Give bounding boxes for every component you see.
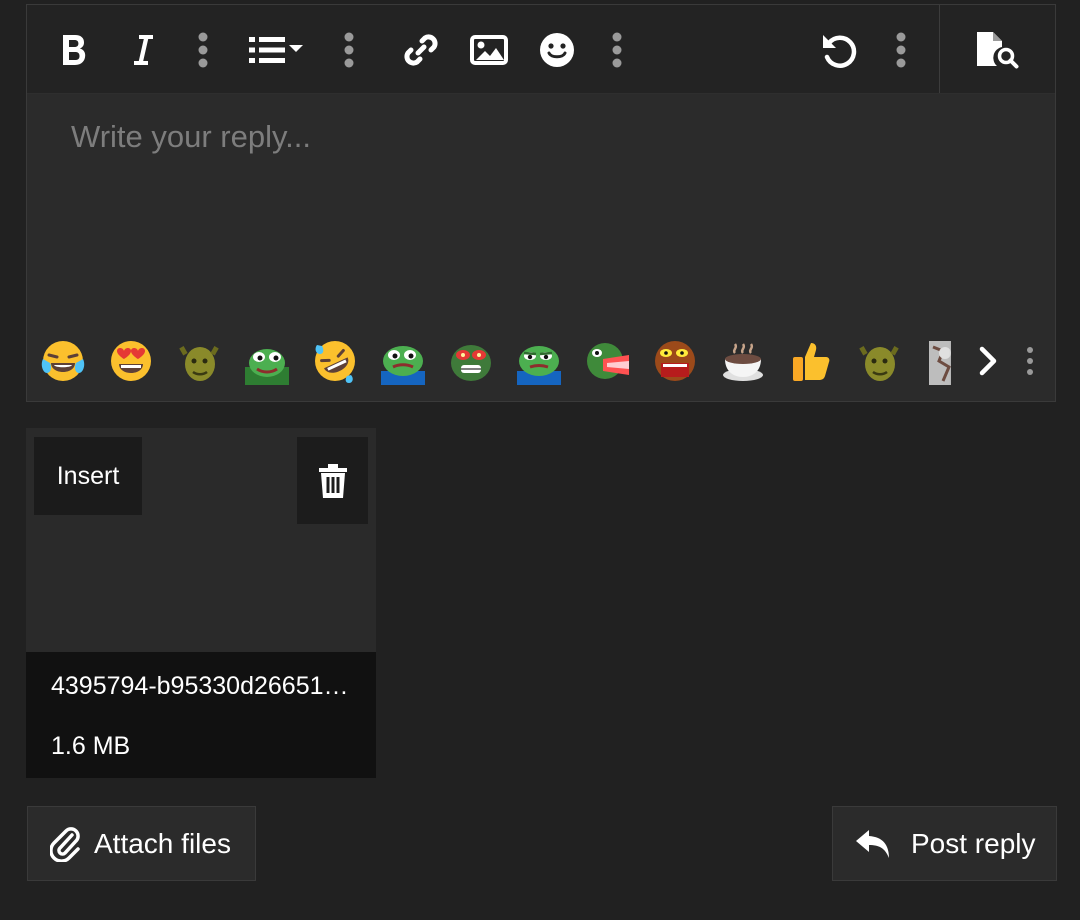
smilies-button[interactable] [537, 29, 577, 71]
list-icon [249, 37, 303, 63]
more-text-button[interactable] [193, 29, 213, 71]
bold-button[interactable] [57, 29, 93, 71]
more-insert-button[interactable] [607, 29, 627, 71]
pepe-sad-emoji[interactable] [379, 337, 427, 385]
pepe-rage-emoji[interactable] [651, 337, 699, 385]
reply-input-placeholder[interactable]: Write your reply... [71, 119, 311, 155]
chevron-right-icon [979, 346, 997, 376]
attach-files-button[interactable]: Attach files [27, 806, 256, 881]
attachment-card: Insert 4395794-b95330d26651… 1.6 MB [26, 428, 376, 778]
emoji-next-button[interactable] [973, 337, 1003, 385]
pepe-smile-emoji[interactable] [243, 337, 291, 385]
pepe-screaming-emoji[interactable] [583, 337, 631, 385]
insert-attachment-button[interactable]: Insert [34, 437, 142, 515]
more-vertical-icon [344, 32, 354, 68]
thumbs-up-emoji[interactable] [787, 337, 835, 385]
shrek-emoji[interactable] [855, 337, 903, 385]
toolbar-divider [939, 5, 940, 93]
emoji-more-button[interactable] [1023, 337, 1037, 385]
attachment-file-name: 4395794-b95330d26651… [51, 672, 349, 700]
post-reply-label: Post reply [911, 827, 1036, 859]
attachment-file-info: 4395794-b95330d26651… 1.6 MB [26, 652, 376, 778]
preview-button[interactable] [971, 29, 1021, 71]
attach-files-label: Attach files [94, 827, 231, 859]
pepe-angry-red-eyes-emoji[interactable] [447, 337, 495, 385]
rofl-emoji[interactable] [311, 337, 359, 385]
more-vertical-icon [198, 32, 208, 68]
post-reply-button[interactable]: Post reply [832, 806, 1057, 881]
emoji-bar [27, 323, 1055, 401]
shrek-emoji[interactable] [175, 337, 223, 385]
editor-toolbar [27, 5, 1055, 94]
more-vertical-icon [896, 32, 906, 68]
image-icon [470, 35, 508, 65]
trash-icon [318, 463, 347, 498]
link-button[interactable] [401, 29, 441, 71]
italic-button[interactable] [127, 29, 159, 71]
attachment-file-size: 1.6 MB [51, 732, 131, 760]
undo-icon [823, 35, 857, 68]
pepe-feelsbadman-emoji[interactable] [515, 337, 563, 385]
undo-button[interactable] [819, 29, 859, 71]
document-search-icon [977, 32, 1019, 69]
link-icon [404, 34, 438, 66]
reply-editor: Write your reply... [26, 4, 1056, 402]
italic-icon [134, 35, 153, 65]
more-vertical-icon [1027, 347, 1033, 375]
image-button[interactable] [469, 29, 509, 71]
joy-emoji[interactable] [39, 337, 87, 385]
more-misc-button[interactable] [891, 29, 911, 71]
more-vertical-icon [612, 32, 622, 68]
bold-icon [63, 35, 86, 65]
smiley-icon [540, 33, 574, 67]
paperclip-icon [50, 826, 80, 862]
reply-arrow-icon [855, 828, 891, 860]
delete-attachment-button[interactable] [297, 437, 368, 524]
list-dropdown-button[interactable] [245, 29, 309, 71]
hot-beverage-emoji[interactable] [719, 337, 767, 385]
statue-emoji[interactable] [921, 337, 951, 385]
more-paragraph-button[interactable] [339, 29, 359, 71]
heart-eyes-emoji[interactable] [107, 337, 155, 385]
